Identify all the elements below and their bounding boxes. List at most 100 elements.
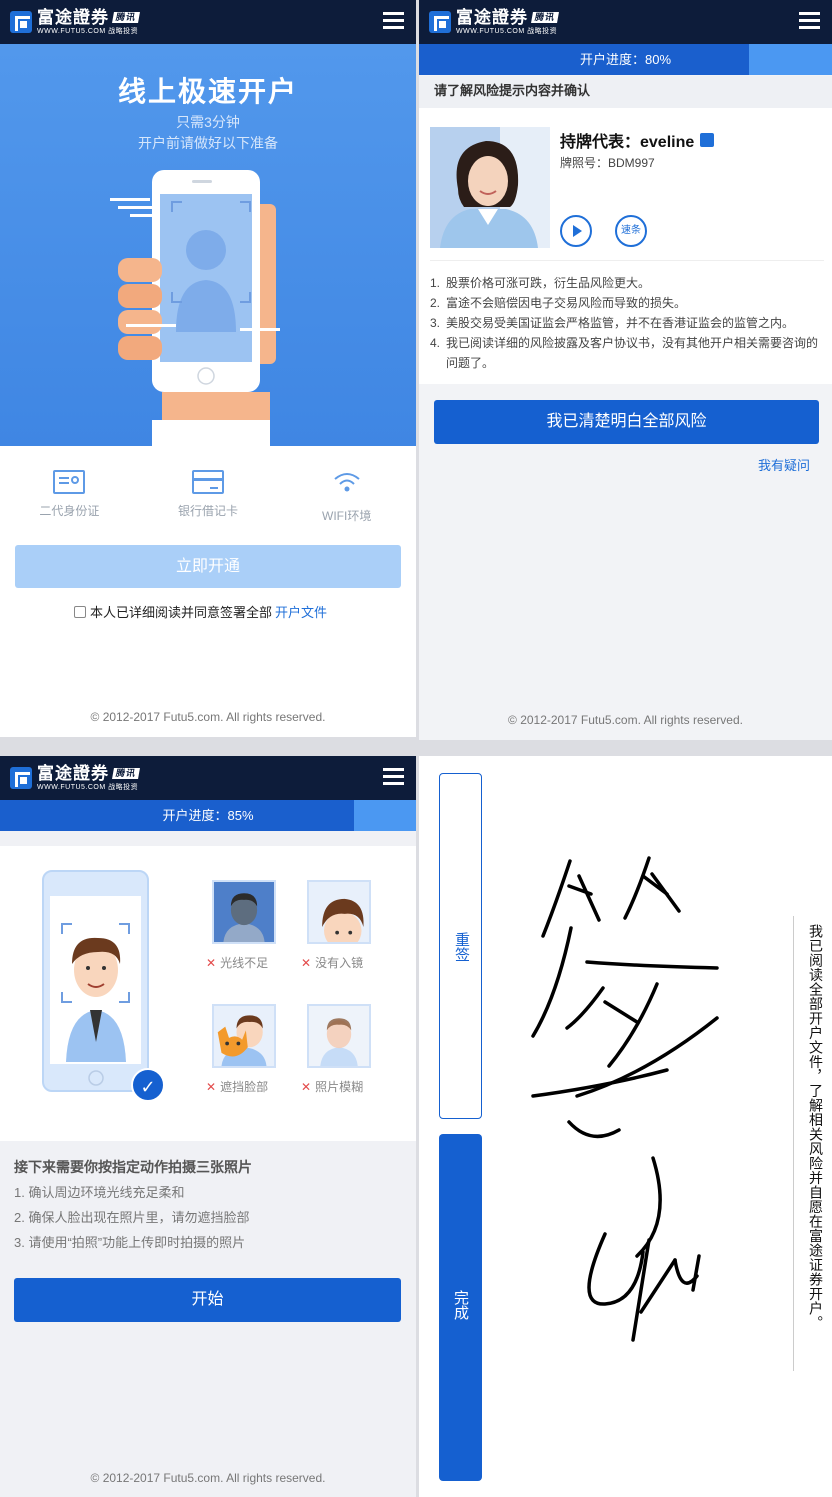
resign-button[interactable]: 重签 xyxy=(439,773,482,1119)
menu-icon[interactable] xyxy=(383,768,404,786)
sample-label: ✕ 没有入镜 xyxy=(301,954,363,971)
confirm-risk-button[interactable]: 我已清楚明白全部风险 xyxy=(434,400,819,444)
divider xyxy=(793,916,794,1371)
agree-checkbox[interactable] xyxy=(74,605,86,618)
signature-statement: 我已阅读全部开户文件，了解相关风险并自愿在富途证券开户。 xyxy=(808,924,824,1330)
brand-badge-sub: 战略投资 xyxy=(108,784,139,791)
top-navbar: 富途證券 腾讯 WWW.FUTU5.COM 战略投资 xyxy=(0,0,416,44)
futu-logo-icon xyxy=(10,11,32,33)
representative-card: 持牌代表：eveline 牌照号：BDM997 速条 1. 股票价格可涨可跌，衍生… xyxy=(419,108,832,384)
representative-name: 持牌代表：eveline xyxy=(560,128,715,152)
brand-name: 富途證券 xyxy=(37,8,109,27)
have-question-link[interactable]: 我有疑问 xyxy=(758,455,810,474)
requirement-label: WIFI环境 xyxy=(322,509,372,523)
sample-label-text: 遮挡脸部 xyxy=(220,1080,269,1094)
phone-in-hand-illustration xyxy=(110,170,280,446)
play-icon xyxy=(573,225,582,237)
sample-blocked-face-photo xyxy=(212,1004,276,1068)
section-heading: 请了解风险提示内容并确认 xyxy=(419,76,832,108)
brand-badge-sub: 战略投资 xyxy=(527,28,558,35)
bank-card-icon xyxy=(192,470,224,494)
instructions-title: 接下来需要你按指定动作拍摄三张照片 xyxy=(14,1159,252,1175)
error-x-icon: ✕ xyxy=(301,1080,312,1094)
sample-label-text: 光线不足 xyxy=(220,956,269,970)
progress-label: 开户进度：85% xyxy=(162,808,254,823)
resign-button-label: 重签 xyxy=(453,932,470,962)
brand-badge: 腾讯 xyxy=(531,12,559,23)
signature-screen: 重签 完成 我已阅读全部开户文件，了解相关风险并自愿在富途证券开户。 xyxy=(419,756,832,1497)
transcript-button[interactable]: 速条 xyxy=(615,215,647,247)
hero-banner: 线上极速开户 只需3分钟 开户前请做好以下准备 xyxy=(0,44,416,446)
progress-bar: 开户进度：80% xyxy=(419,44,832,75)
top-navbar: 富途證券 腾讯 WWW.FUTU5.COM 战略投资 xyxy=(0,756,416,800)
hero-subtitle-2: 开户前请做好以下准备 xyxy=(138,135,278,151)
futu-logo-icon xyxy=(429,11,451,33)
checkmark-icon: ✓ xyxy=(131,1068,165,1102)
brand-badge: 腾讯 xyxy=(112,12,140,23)
signature-strokes xyxy=(531,856,719,1342)
progress-label: 开户进度：80% xyxy=(579,52,672,67)
error-x-icon: ✕ xyxy=(206,956,217,970)
requirement-wifi: WIFI环境 xyxy=(277,470,416,524)
copyright-footer: © 2012-2017 Futu5.com. All rights reserv… xyxy=(508,713,743,727)
sample-out-of-frame-photo xyxy=(307,880,371,944)
instruction-item: 1. 确认周边环境光线充足柔和 xyxy=(14,1185,185,1200)
instruction-item: 2. 确保人脸出现在照片里，请勿遮挡脸部 xyxy=(14,1210,250,1225)
signature-canvas[interactable] xyxy=(487,756,787,1497)
play-audio-button[interactable] xyxy=(560,215,592,247)
sample-label: ✕ 遮挡脸部 xyxy=(206,1078,268,1095)
license-number: 牌照号：BDM997 xyxy=(560,156,655,170)
sample-blurry-photo xyxy=(307,1004,371,1068)
brand-logo[interactable]: 富途證券 腾讯 WWW.FUTU5.COM 战略投资 xyxy=(10,8,140,35)
list-item-text: 富途不会赔偿因电子交易风险而导致的损失。 xyxy=(446,296,687,310)
instruction-item: 3. 请使用“拍照”功能上传即时拍摄的照片 xyxy=(14,1235,246,1250)
brand-badge-sub: 战略投资 xyxy=(108,28,139,35)
representative-photo xyxy=(430,127,550,248)
avatar-illustration xyxy=(50,896,141,1086)
list-item: 2. 富途不会赔偿因电子交易风险而导致的损失。 xyxy=(430,293,824,313)
requirement-label: 银行借记卡 xyxy=(178,504,239,518)
verified-icon xyxy=(700,133,715,147)
intro-screen: 富途證券 腾讯 WWW.FUTU5.COM 战略投资 线上极速开户 只需3分钟 开… xyxy=(0,0,416,737)
agreement-row: 本人已详细阅读并同意签署全部 开户文件 xyxy=(74,602,327,621)
wifi-icon xyxy=(334,473,360,492)
sample-label-text: 没有入镜 xyxy=(315,956,364,970)
brand-name: 富途證券 xyxy=(456,8,528,27)
photo-guide-card: ✓ ✕ 光线不足 ✕ 没有入镜 ✕ 遮挡脸部 ✕ 照片模糊 xyxy=(0,846,416,1141)
agreement-text: 本人已详细阅读并同意签署全部 xyxy=(90,605,273,620)
error-x-icon: ✕ xyxy=(301,956,312,970)
copyright-footer: © 2012-2017 Futu5.com. All rights reserv… xyxy=(90,710,326,724)
account-documents-link[interactable]: 开户文件 xyxy=(275,602,327,621)
requirement-id-card: 二代身份证 xyxy=(0,470,139,524)
list-item: 4. 我已阅读详细的风险披露及客户协议书，没有其他开户相关需要咨询的问题了。 xyxy=(430,333,824,373)
hero-subtitle: 只需3分钟 xyxy=(176,114,240,130)
sample-label: ✕ 照片模糊 xyxy=(301,1078,363,1095)
sample-label: ✕ 光线不足 xyxy=(206,954,268,971)
list-item-text: 我已阅读详细的风险披露及客户协议书，没有其他开户相关需要咨询的问题了。 xyxy=(446,336,819,370)
list-item-text: 美股交易受美国证监会严格监管，并不在香港证监会的监管之内。 xyxy=(446,316,795,330)
list-item: 1. 股票价格可涨可跌，衍生品风险更大。 xyxy=(430,273,824,293)
done-button-label: 完成 xyxy=(452,1290,469,1320)
id-card-icon xyxy=(53,470,86,494)
error-x-icon: ✕ xyxy=(206,1080,217,1094)
list-item-text: 股票价格可涨可跌，衍生品风险更大。 xyxy=(446,276,651,290)
menu-icon[interactable] xyxy=(799,12,820,30)
sample-label-text: 照片模糊 xyxy=(315,1080,364,1094)
risk-disclosure-screen: 富途證券 腾讯 WWW.FUTU5.COM 战略投资 开户进度：80% 请了解风险… xyxy=(419,0,832,740)
phone-selfie-illustration xyxy=(42,870,149,1092)
open-account-button[interactable]: 立即开通 xyxy=(15,545,401,588)
menu-icon[interactable] xyxy=(383,12,404,30)
list-item-number: 4. xyxy=(430,336,441,350)
done-button[interactable]: 完成 xyxy=(439,1134,482,1481)
list-item-number: 2. xyxy=(430,296,441,310)
brand-logo[interactable]: 富途證券 腾讯 WWW.FUTU5.COM 战略投资 xyxy=(429,8,559,35)
requirement-bank-card: 银行借记卡 xyxy=(139,470,278,524)
brand-badge: 腾讯 xyxy=(112,768,140,779)
brand-logo[interactable]: 富途證券 腾讯 WWW.FUTU5.COM 战略投资 xyxy=(10,765,140,791)
futu-logo-icon xyxy=(10,767,32,789)
list-item-number: 3. xyxy=(430,316,441,330)
sample-dark-photo xyxy=(212,880,276,944)
risk-list: 1. 股票价格可涨可跌，衍生品风险更大。 2. 富途不会赔偿因电子交易风险而导致的损… xyxy=(430,260,824,373)
start-button[interactable]: 开始 xyxy=(14,1278,401,1322)
photo-verification-screen: 富途證券 腾讯 WWW.FUTU5.COM 战略投资 开户进度：85% ✓ ✕ … xyxy=(0,756,416,1497)
